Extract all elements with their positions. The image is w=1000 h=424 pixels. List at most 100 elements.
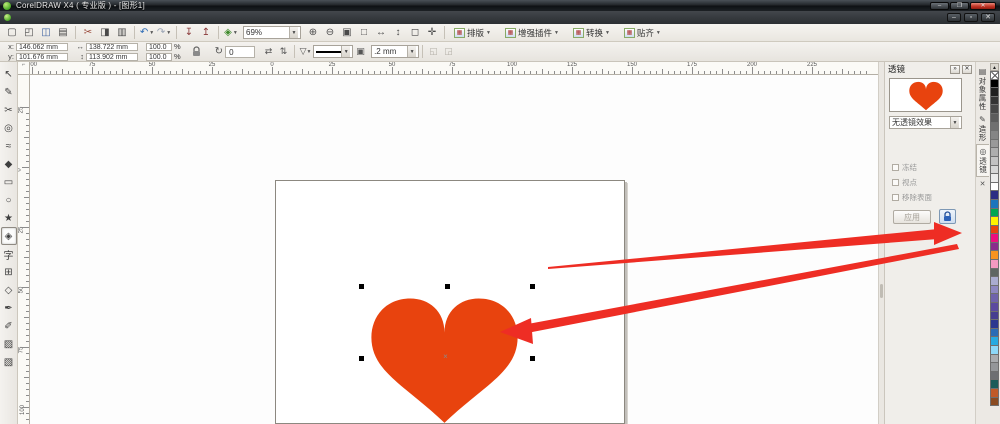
toolbox-tool[interactable]: ◆ bbox=[1, 155, 17, 173]
to-front-button[interactable]: ◱ bbox=[426, 45, 441, 59]
color-swatch[interactable] bbox=[990, 242, 999, 252]
docker-tab[interactable]: ▤ 对象属性 bbox=[976, 65, 989, 113]
viewpoint-checkbox[interactable]: 视点 bbox=[892, 177, 917, 188]
toolbox-tool[interactable]: ◎ bbox=[1, 119, 17, 137]
color-swatch[interactable] bbox=[990, 165, 999, 175]
menu-item[interactable] bbox=[17, 11, 35, 24]
wrap-text-button[interactable]: ▣ bbox=[353, 45, 368, 59]
menu-item[interactable] bbox=[35, 11, 53, 24]
color-swatch[interactable] bbox=[990, 397, 999, 407]
selection-handle[interactable] bbox=[530, 284, 535, 289]
toolbox-tool[interactable]: ✎ bbox=[1, 83, 17, 101]
color-swatch[interactable] bbox=[990, 122, 999, 132]
frozen-checkbox[interactable]: 冻结 bbox=[892, 162, 917, 173]
toolbox-tool[interactable]: ✐ bbox=[1, 317, 17, 335]
toolbar-button[interactable]: ◫ bbox=[38, 25, 54, 40]
zoom-tool-button[interactable]: ▣ bbox=[339, 25, 355, 40]
toolbar-button[interactable]: ◈ ▼ bbox=[223, 25, 239, 40]
color-swatch[interactable] bbox=[990, 380, 999, 389]
color-swatch[interactable] bbox=[990, 113, 999, 123]
docker-tab[interactable]: ✎ 造形 bbox=[976, 113, 989, 144]
outline-width-combo[interactable]: .2 mm ▼ bbox=[371, 45, 420, 58]
mirror-horizontal-button[interactable]: ⇄ bbox=[261, 45, 276, 59]
doc-restore-button[interactable]: ▫ bbox=[964, 13, 978, 22]
doc-close-button[interactable]: ✕ bbox=[981, 13, 995, 22]
vertical-ruler[interactable]: 250255075100 bbox=[18, 75, 30, 424]
color-swatch[interactable] bbox=[990, 311, 999, 321]
toolbox-tool[interactable]: ★ bbox=[1, 209, 17, 227]
toolbox-tool[interactable]: ≈ bbox=[1, 137, 17, 155]
menu-item[interactable] bbox=[107, 11, 125, 24]
color-swatch[interactable] bbox=[990, 131, 999, 140]
toolbox-tool[interactable]: ◈ bbox=[0, 227, 17, 245]
zoom-tool-button[interactable]: ⊖ bbox=[322, 25, 338, 40]
maximize-button[interactable]: ❐ bbox=[950, 1, 969, 10]
chevron-down-icon[interactable]: ▼ bbox=[289, 27, 298, 38]
lens-effect-dropdown[interactable]: 无透镜效果 ▼ bbox=[889, 116, 962, 129]
zoom-tool-button[interactable]: ↕ bbox=[390, 25, 406, 40]
selection-handle[interactable] bbox=[359, 356, 364, 361]
toolbox-tool[interactable]: ▭ bbox=[1, 173, 17, 191]
zoom-tool-button[interactable]: ◻ bbox=[407, 25, 423, 40]
y-position-input[interactable]: 101.676 mm bbox=[16, 52, 68, 61]
selection-handle[interactable] bbox=[530, 356, 535, 361]
toolbox-tool[interactable]: ↖ bbox=[1, 65, 17, 83]
plugin-toolbar-button[interactable]: ▦ 贴齐 ▼ bbox=[619, 25, 666, 40]
to-back-button[interactable]: ◲ bbox=[441, 45, 456, 59]
color-swatch[interactable] bbox=[990, 199, 999, 209]
horizontal-ruler[interactable]: 1007550250255075100125150175200225 bbox=[30, 62, 884, 75]
color-swatch[interactable] bbox=[990, 88, 999, 97]
zoom-tool-button[interactable]: □ bbox=[356, 25, 372, 40]
color-swatch[interactable] bbox=[990, 285, 999, 295]
color-swatch[interactable] bbox=[990, 328, 999, 338]
color-swatch[interactable] bbox=[990, 354, 999, 364]
mirror-vertical-button[interactable]: ⇅ bbox=[276, 45, 291, 59]
color-swatch[interactable] bbox=[990, 268, 999, 278]
plugin-toolbar-button[interactable]: ▦ 增强插件 ▼ bbox=[500, 25, 564, 40]
toolbar-button[interactable]: ▤ bbox=[55, 25, 71, 40]
menu-item[interactable] bbox=[143, 11, 161, 24]
doc-minimize-button[interactable]: – bbox=[947, 13, 961, 22]
selection-handle[interactable] bbox=[445, 284, 450, 289]
color-swatch[interactable] bbox=[990, 208, 999, 218]
toolbox-tool[interactable]: ○ bbox=[1, 191, 17, 209]
x-position-input[interactable]: 146.062 mm bbox=[16, 42, 68, 51]
toolbox-tool[interactable]: ▧ bbox=[1, 353, 17, 371]
color-swatch[interactable] bbox=[990, 225, 999, 235]
zoom-level-combo[interactable]: 69% ▼ bbox=[243, 26, 301, 39]
toolbar-button[interactable]: ▢ bbox=[4, 25, 20, 40]
toolbox-tool[interactable]: ✒ bbox=[1, 299, 17, 317]
plugin-toolbar-button[interactable]: ▦ 转换 ▼ bbox=[568, 25, 615, 40]
palette-scroll-up-button[interactable]: ▲ bbox=[990, 63, 999, 71]
lock-ratio-button[interactable] bbox=[191, 45, 203, 59]
color-swatch[interactable] bbox=[990, 388, 999, 398]
color-swatch[interactable] bbox=[990, 105, 999, 114]
toolbar-button[interactable]: ↶ ▼ bbox=[139, 25, 155, 40]
zoom-tool-button[interactable]: ↔ bbox=[373, 25, 389, 40]
object-height-input[interactable]: 113.902 mm bbox=[86, 52, 138, 61]
menu-item[interactable] bbox=[53, 11, 71, 24]
menu-item[interactable] bbox=[197, 11, 215, 24]
color-swatch[interactable] bbox=[990, 191, 999, 200]
toolbar-button[interactable]: ↷ ▼ bbox=[156, 25, 172, 40]
lock-button[interactable] bbox=[939, 209, 956, 224]
tab-strip-close-icon[interactable]: ✕ bbox=[976, 177, 989, 188]
toolbar-button[interactable]: ◨ bbox=[97, 25, 113, 40]
scale-y-input[interactable]: 100.0 bbox=[146, 52, 172, 61]
toolbox-tool[interactable]: ✂ bbox=[1, 101, 17, 119]
docker-close-button[interactable]: ✕ bbox=[962, 64, 972, 74]
color-swatch[interactable] bbox=[990, 234, 999, 243]
zoom-tool-button[interactable]: ✛ bbox=[424, 25, 440, 40]
outline-style-combo[interactable]: ▼ bbox=[313, 45, 354, 58]
rotation-input[interactable]: 0 bbox=[225, 45, 256, 58]
object-width-input[interactable]: 138.722 mm bbox=[86, 42, 138, 51]
apply-button[interactable]: 应用 bbox=[893, 210, 931, 224]
color-swatch[interactable] bbox=[990, 294, 999, 304]
toolbar-button[interactable]: ✂ bbox=[80, 25, 96, 40]
toolbox-tool[interactable]: ⊞ bbox=[1, 263, 17, 281]
color-swatch[interactable] bbox=[990, 156, 999, 166]
color-swatch[interactable] bbox=[990, 363, 999, 372]
color-swatch[interactable] bbox=[990, 217, 999, 226]
toolbar-button[interactable]: ▥ bbox=[114, 25, 130, 40]
toolbox-tool[interactable]: ◇ bbox=[1, 281, 17, 299]
